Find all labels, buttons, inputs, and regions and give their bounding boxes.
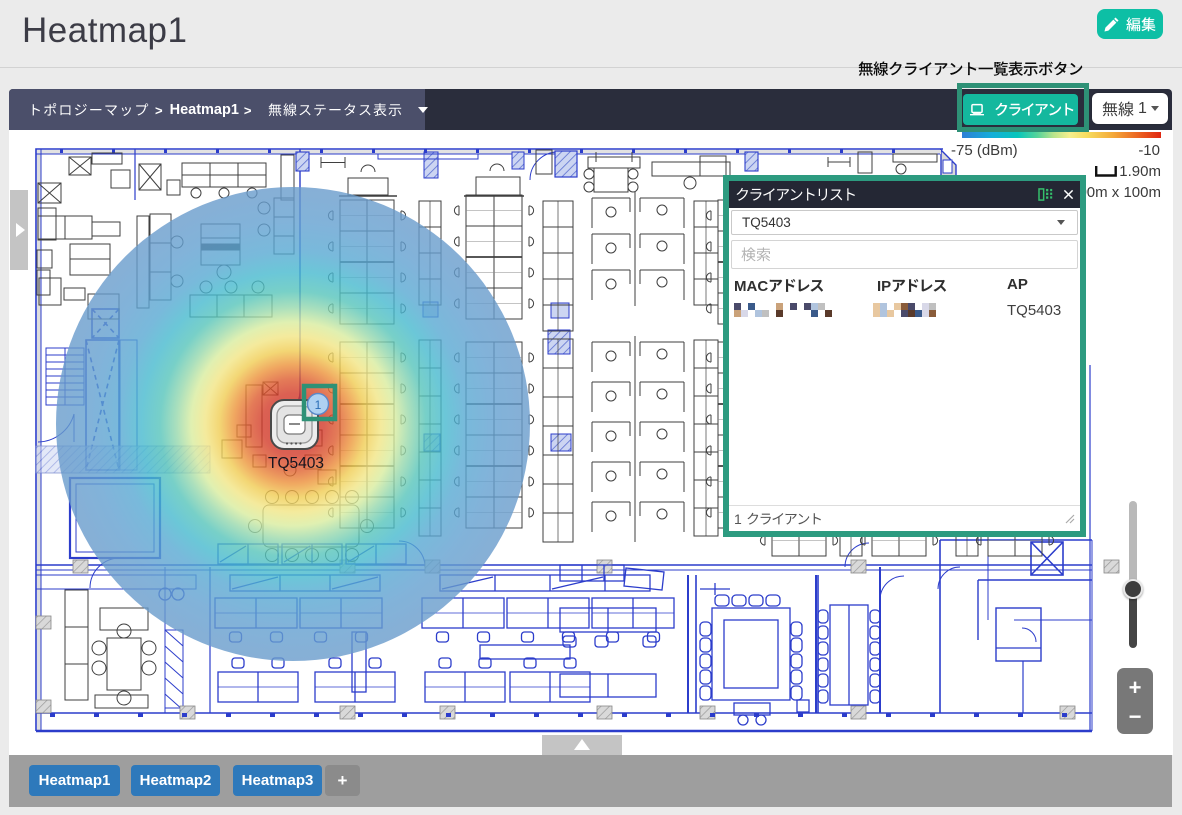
svg-text:TQ5403: TQ5403 <box>268 455 324 472</box>
svg-text:1: 1 <box>315 398 322 412</box>
